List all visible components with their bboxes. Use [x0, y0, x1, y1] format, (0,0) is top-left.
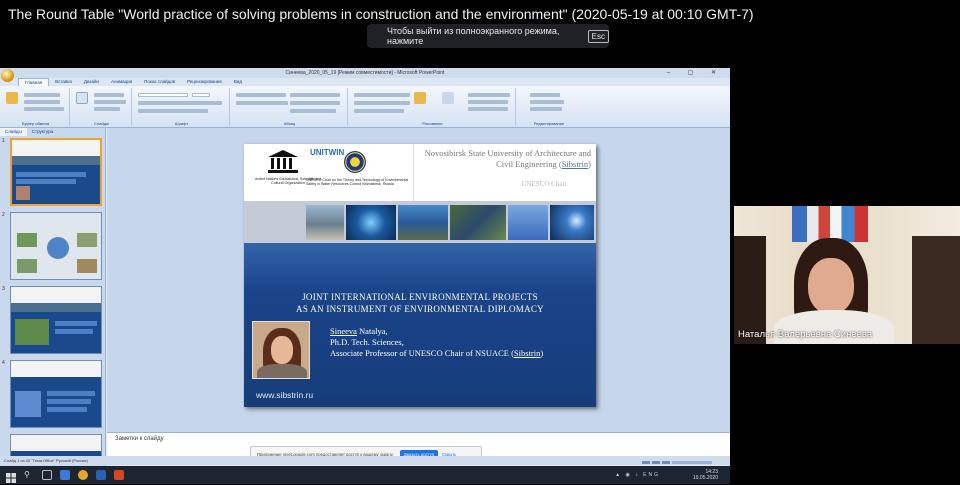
author-info: Sineeva Natalya, Ph.D. Tech. Sciences, A… [330, 326, 543, 359]
current-slide[interactable]: United Nations Educational, Scientific a… [244, 144, 596, 407]
ribbon-group-slides: Слайды [72, 88, 132, 126]
slide-thumb-2[interactable] [10, 212, 102, 280]
flags-background [792, 206, 868, 242]
author-name: Sineeva Natalya, [330, 326, 388, 336]
search-icon[interactable]: ⚲ [24, 470, 34, 480]
tab-insert[interactable]: Вставка [49, 78, 78, 86]
photo-lake [398, 205, 448, 240]
explorer-icon[interactable] [60, 470, 70, 480]
slide-thumb-3[interactable] [10, 286, 102, 354]
ribbon-tabs: Главная Вставка Дизайн Анимация Показ сл… [0, 78, 730, 86]
slide-number: 2 [2, 212, 5, 218]
ribbon-group-label: Слайды [94, 121, 109, 126]
slide-title-line2: AS AN INSTRUMENT OF ENVIRONMENTAL DIPLOM… [296, 304, 544, 314]
photo-molecule [346, 205, 396, 240]
unesco-logo-icon [268, 150, 298, 173]
clock-date: 19.05.2020 [692, 475, 718, 481]
university-name: Novosibirsk State University of Architec… [424, 148, 591, 169]
author-degree: Ph.D. Tech. Sciences, [330, 337, 404, 347]
shared-screen: Синеева_2020_05_19 [Режим совместимости]… [0, 68, 730, 484]
unesco-chair-text: UNESCO Chair on the Theory and Technolog… [306, 178, 409, 187]
tray-icons[interactable]: ▲ ◉ ♪ ENG [615, 472, 660, 478]
photo-drop [550, 205, 594, 240]
tab-slideshow[interactable]: Показ слайдов [138, 78, 181, 86]
zoom-slider[interactable] [642, 458, 722, 464]
participant-name: Наталья Валерьевна Синеева [738, 329, 873, 340]
slide-thumb-1[interactable] [10, 138, 102, 206]
ribbon-group-label: Шрифт [174, 121, 189, 126]
office-button[interactable] [1, 69, 14, 82]
windows-taskbar: ⚲ ▲ ◉ ♪ ENG 14:23 19.05.2020 [0, 466, 730, 484]
ribbon-group-clipboard: Буфер обмена [2, 88, 70, 126]
participant-video [808, 258, 854, 314]
tab-design[interactable]: Дизайн [78, 78, 105, 86]
slide-thumbnail[interactable]: 1 [2, 138, 102, 206]
chrome-icon[interactable] [78, 470, 88, 480]
start-icon[interactable] [6, 470, 16, 483]
author-position: Associate Professor of UNESCO Chair of N… [330, 348, 544, 358]
unitwin-logo: UNITWIN [310, 148, 345, 157]
word-icon[interactable] [96, 470, 106, 480]
bookshelf-right [912, 236, 960, 344]
esc-key-badge: Esc [587, 29, 609, 43]
pane-tabs: Слайды Структура [0, 128, 105, 136]
ppt-titlebar: Синеева_2020_05_19 [Режим совместимости]… [0, 68, 730, 82]
ribbon-group-label: Рисование [422, 121, 443, 126]
fullscreen-hint: Чтобы выйти из полноэкранного режима, на… [367, 24, 609, 48]
powerpoint-icon[interactable] [114, 470, 124, 480]
notes-placeholder: Заметки к слайду [115, 436, 164, 442]
tab-review[interactable]: Рецензирование [181, 78, 228, 86]
fullscreen-hint-text: Чтобы выйти из полноэкранного режима, на… [387, 26, 560, 46]
tab-view[interactable]: Вид [228, 78, 248, 86]
slide-banner: JOINT INTERNATIONAL ENVIRONMENTAL PROJEC… [244, 243, 596, 407]
arrange-icon[interactable] [414, 92, 426, 104]
meeting-title: The Round Table "World practice of solvi… [8, 6, 754, 22]
tab-outline[interactable]: Структура [27, 128, 58, 136]
slides-pane: Слайды Структура 1 2 3 4 [0, 128, 106, 466]
photo-sky [508, 205, 548, 240]
quick-styles-icon[interactable] [442, 92, 454, 104]
ribbon: Буфер обмена Слайды Шрифт Абзац Рисовани… [0, 86, 730, 128]
university-seal-icon [344, 151, 366, 173]
slide-editor: United Nations Educational, Scientific a… [107, 128, 730, 432]
slide-number: 4 [2, 360, 5, 366]
new-slide-icon[interactable] [76, 92, 88, 104]
status-text: Слайд 1 из 33 "Тема Office" Русский (Рос… [4, 458, 88, 463]
slide-website: www.sibstrin.ru [256, 390, 314, 400]
photo-river [450, 205, 506, 240]
unesco-chair-label: UNESCO Chair [521, 180, 567, 188]
ribbon-group-paragraph: Абзац [232, 88, 348, 126]
slide-header: United Nations Educational, Scientific a… [244, 144, 596, 201]
window-controls[interactable]: – ▢ ✕ [667, 68, 724, 78]
ribbon-group-label: Редактирование [533, 121, 565, 126]
slide-thumb-4[interactable] [10, 360, 102, 428]
slide-number: 3 [2, 286, 5, 292]
tab-home[interactable]: Главная [18, 78, 50, 86]
partner-logos: United Nations Educational, Scientific a… [244, 144, 414, 201]
slide-title-line1: JOINT INTERNATIONAL ENVIRONMENTAL PROJEC… [302, 292, 538, 302]
ppt-window-title: Синеева_2020_05_19 [Режим совместимости]… [285, 70, 445, 76]
slide-number: 1 [2, 138, 5, 144]
author-photo [252, 321, 310, 379]
ribbon-group-editing: Редактирование [518, 88, 580, 126]
tray-clock[interactable]: 14:23 19.05.2020 [693, 469, 718, 481]
photo-city [306, 205, 344, 240]
slide-title: JOINT INTERNATIONAL ENVIRONMENTAL PROJEC… [244, 291, 596, 315]
slide-thumbnail[interactable]: 2 [2, 212, 102, 280]
tab-slides[interactable]: Слайды [0, 128, 27, 136]
tab-animation[interactable]: Анимация [105, 78, 138, 86]
slide-thumbnail[interactable]: 3 [2, 286, 102, 354]
ribbon-group-label: Абзац [283, 121, 296, 126]
paste-icon[interactable] [6, 92, 18, 104]
ribbon-group-label: Буфер обмена [21, 121, 50, 126]
bookshelf-left [734, 236, 766, 344]
ribbon-group-drawing: Рисование [350, 88, 516, 126]
photo-strip [244, 201, 596, 243]
ribbon-group-font: Шрифт [134, 88, 230, 126]
ppt-statusbar: Слайд 1 из 33 "Тема Office" Русский (Рос… [0, 456, 730, 465]
task-view-icon[interactable] [42, 470, 52, 480]
participant-tile[interactable]: Наталья Валерьевна Синеева [734, 206, 960, 344]
slide-thumbnail[interactable]: 4 [2, 360, 102, 428]
